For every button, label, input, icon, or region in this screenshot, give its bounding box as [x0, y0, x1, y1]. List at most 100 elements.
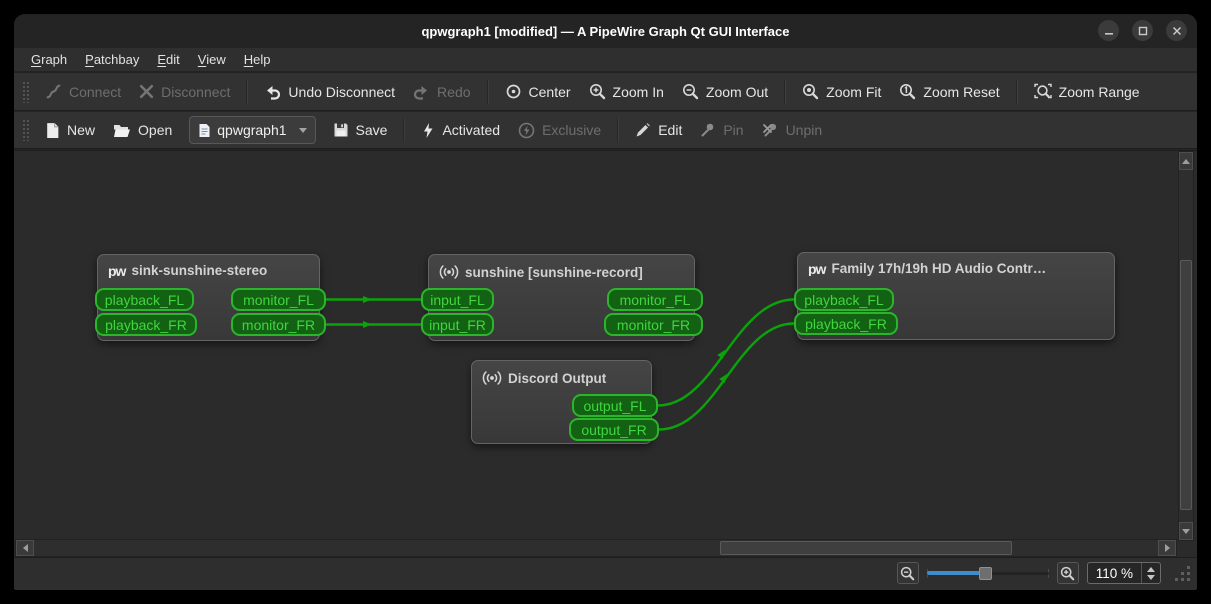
port-family-playback-fr[interactable]: playback_FR [794, 312, 898, 335]
maximize-icon [1138, 26, 1147, 35]
zoom-percent-spinbox[interactable]: 110 % [1086, 562, 1161, 584]
node-title: sink-sunshine-stereo [131, 263, 268, 278]
stream-icon [482, 371, 502, 385]
circled-lightning-icon [518, 122, 535, 138]
close-button[interactable] [1166, 20, 1187, 41]
menu-edit[interactable]: Edit [148, 50, 188, 69]
statusbar-zoom-out-button[interactable] [896, 562, 919, 584]
zoom-out-button[interactable]: Zoom Out [673, 77, 777, 107]
vertical-scroll-thumb[interactable] [1180, 260, 1192, 510]
zoom-out-icon [682, 84, 699, 100]
port-sunshine-input-fr[interactable]: input_FR [421, 313, 494, 336]
menu-view[interactable]: View [189, 50, 235, 69]
center-button[interactable]: Center [496, 77, 580, 107]
open-button[interactable]: Open [104, 115, 181, 145]
zoom-in-icon [1061, 566, 1075, 580]
port-sunshine-monitor-fr[interactable]: monitor_FR [604, 313, 703, 336]
spin-up-icon[interactable] [1147, 566, 1155, 572]
edit-button[interactable]: Edit [626, 115, 691, 145]
zoom-reset-icon [900, 84, 916, 100]
scroll-left-button[interactable] [16, 540, 34, 556]
graph-canvas[interactable]: pw sink-sunshine-stereo playback_FL play… [14, 150, 1197, 558]
arrow-down-icon [1182, 528, 1190, 534]
pipewire-icon: pw [108, 262, 126, 278]
close-icon [1172, 26, 1181, 35]
zoom-fit-button[interactable]: Zoom Fit [793, 77, 890, 107]
patchbay-select[interactable]: qpwgraph1 [189, 116, 316, 144]
toolbar-separator [784, 79, 787, 104]
minimize-icon [1104, 32, 1113, 35]
menu-help[interactable]: Help [235, 50, 280, 69]
patchbay-select-value: qpwgraph1 [217, 122, 287, 138]
node-title: sunshine [sunshine-record] [465, 264, 643, 280]
titlebar[interactable]: qpwgraph1 [modified] — A PipeWire Graph … [14, 14, 1197, 48]
spin-down-icon[interactable] [1147, 574, 1155, 580]
pencil-icon [636, 123, 651, 137]
port-sink-monitor-fl[interactable]: monitor_FL [231, 288, 326, 311]
zoom-range-icon [1033, 83, 1052, 99]
toolbar-separator [617, 118, 620, 142]
zoom-in-button[interactable]: Zoom In [580, 77, 673, 107]
port-sunshine-monitor-fl[interactable]: monitor_FL [607, 288, 703, 311]
zoom-range-button[interactable]: Zoom Range [1025, 77, 1149, 107]
exclusive-toggle[interactable]: Exclusive [509, 115, 610, 145]
node-title: Family 17h/19h HD Audio Contr… [831, 261, 1047, 276]
toolbar-separator [246, 79, 249, 104]
vertical-scrollbar[interactable] [1178, 151, 1194, 541]
zoom-percent-value: 110 % [1095, 565, 1133, 581]
toolbar-drag-handle[interactable] [22, 80, 30, 103]
stream-icon [439, 265, 459, 279]
undo-disconnect-button[interactable]: Undo Disconnect [255, 77, 404, 107]
port-sink-playback-fr[interactable]: playback_FR [95, 313, 197, 336]
chevron-down-icon [298, 127, 307, 133]
statusbar: 110 % [14, 558, 1197, 588]
horizontal-scrollbar[interactable] [15, 539, 1177, 557]
redo-button[interactable]: Redo [404, 77, 479, 107]
new-file-icon [47, 122, 59, 138]
port-sunshine-input-fl[interactable]: input_FL [421, 288, 494, 311]
port-discord-output-fr[interactable]: output_FR [569, 418, 659, 441]
undo-icon [267, 85, 281, 100]
toolbar-patchbay: New Open qpwgraph1 Save Activated Exclus… [14, 112, 1197, 148]
pipewire-icon: pw [808, 260, 826, 276]
disconnect-icon [140, 84, 154, 99]
window-resize-grip[interactable] [1173, 564, 1191, 582]
menu-patchbay[interactable]: Patchbay [76, 50, 148, 69]
toolbar-main: Connect Disconnect Undo Disconnect Redo … [14, 73, 1197, 110]
scroll-down-button[interactable] [1179, 522, 1193, 540]
new-button[interactable]: New [36, 115, 104, 145]
center-icon [506, 84, 520, 99]
port-sink-playback-fl[interactable]: playback_FL [95, 288, 194, 311]
zoom-reset-button[interactable]: Zoom Reset [890, 77, 1008, 107]
horizontal-scroll-thumb[interactable] [720, 541, 1012, 555]
toolbar-separator [1015, 79, 1018, 104]
zoom-slider[interactable] [926, 564, 1049, 582]
port-discord-output-fl[interactable]: output_FL [572, 394, 658, 417]
pin-icon [701, 123, 714, 137]
connect-icon [46, 84, 61, 99]
unpin-button[interactable]: Unpin [753, 115, 832, 145]
activated-toggle[interactable]: Activated [412, 115, 509, 145]
slider-handle[interactable] [978, 567, 992, 580]
zoom-out-icon [901, 566, 915, 580]
port-family-playback-fl[interactable]: playback_FL [794, 288, 894, 311]
menu-graph[interactable]: Graph [22, 50, 76, 69]
save-button[interactable]: Save [324, 115, 397, 145]
scroll-up-button[interactable] [1179, 152, 1193, 170]
connect-button[interactable]: Connect [36, 77, 130, 107]
unpin-icon [762, 123, 776, 137]
pin-button[interactable]: Pin [691, 115, 752, 145]
port-sink-monitor-fr[interactable]: monitor_FR [231, 313, 326, 336]
toolbar-drag-handle[interactable] [22, 119, 30, 141]
zoom-in-icon [589, 84, 605, 100]
statusbar-zoom-in-button[interactable] [1056, 562, 1079, 584]
window-controls [1098, 20, 1187, 41]
minimize-button[interactable] [1098, 20, 1119, 41]
scroll-right-button[interactable] [1158, 540, 1176, 556]
maximize-button[interactable] [1132, 20, 1153, 41]
window-title: qpwgraph1 [modified] — A PipeWire Graph … [421, 23, 790, 39]
connection-layer [326, 296, 795, 431]
disconnect-button[interactable]: Disconnect [130, 77, 239, 107]
node-title: Discord Output [508, 370, 607, 386]
arrow-left-icon [22, 544, 28, 552]
